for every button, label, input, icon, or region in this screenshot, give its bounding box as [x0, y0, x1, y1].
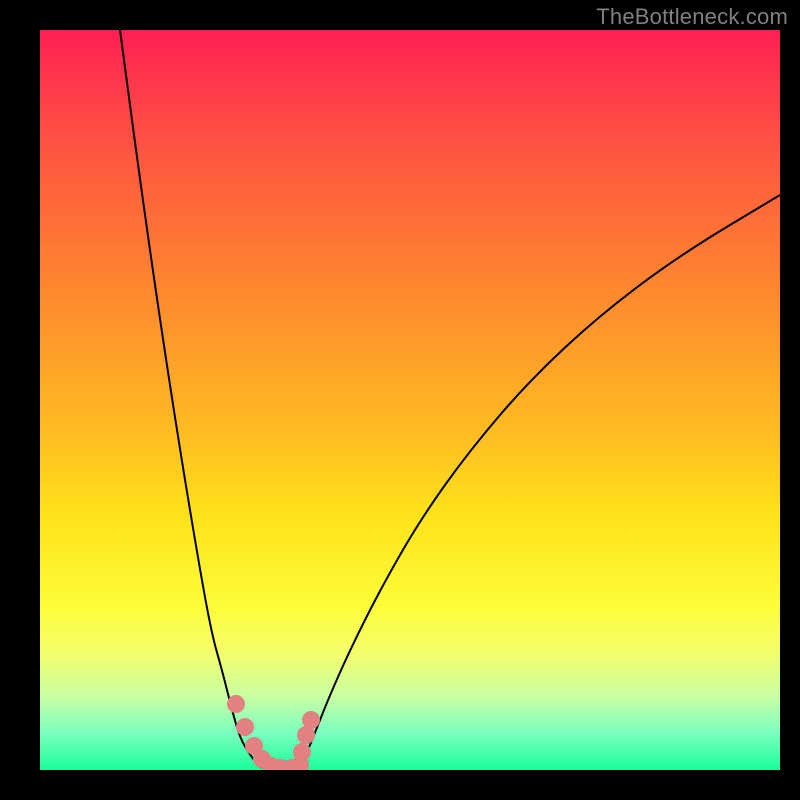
valley-dot	[293, 743, 311, 761]
outer-frame: TheBottleneck.com	[0, 0, 800, 800]
curve-left-branch	[120, 30, 260, 767]
valley-dot	[236, 718, 254, 736]
valley-dot	[302, 711, 320, 729]
curve-svg	[40, 30, 780, 770]
watermark-text: TheBottleneck.com	[596, 4, 788, 30]
curve-right-branch	[300, 195, 780, 767]
valley-dot	[227, 695, 245, 713]
plot-area	[40, 30, 780, 770]
valley-dots	[227, 695, 320, 770]
